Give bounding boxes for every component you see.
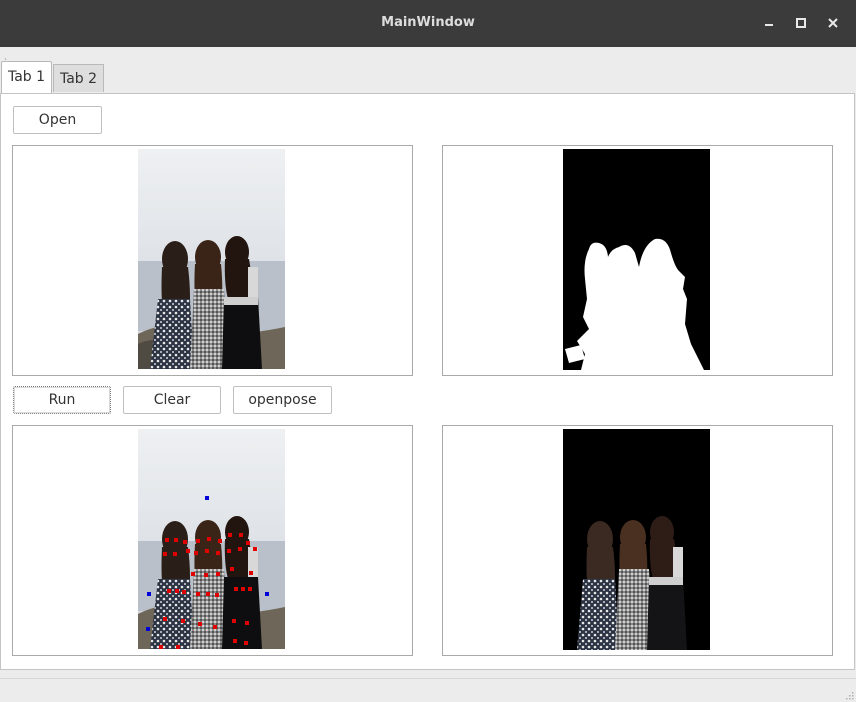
close-button[interactable] [822,12,844,34]
run-button[interactable]: Run [13,386,111,414]
mask-image-frame [442,145,833,376]
status-bar [0,678,856,702]
maximize-button[interactable] [790,12,812,34]
close-icon [828,18,838,28]
mask-image [563,149,710,370]
minimize-button[interactable] [758,12,780,34]
tab-2[interactable]: Tab 2 [53,64,104,92]
pose-image-frame [12,425,413,656]
tab-bar: Tab 1 Tab 2 [0,61,856,94]
result-image-frame [442,425,833,656]
original-image-frame [12,145,413,376]
toolbar-grip-icon[interactable] [4,51,7,66]
maximize-icon [796,18,806,28]
masked-result-image [563,429,710,650]
resize-grip-icon[interactable] [844,690,854,700]
clear-button[interactable]: Clear [123,386,221,414]
minimize-icon [765,24,773,26]
window-title: MainWindow [381,15,475,30]
title-bar: MainWindow [0,0,856,47]
original-photo [138,149,285,369]
openpose-button[interactable]: openpose [233,386,332,414]
pose-photo [138,429,285,649]
tab-1[interactable]: Tab 1 [1,61,52,94]
open-button[interactable]: Open [13,106,102,134]
